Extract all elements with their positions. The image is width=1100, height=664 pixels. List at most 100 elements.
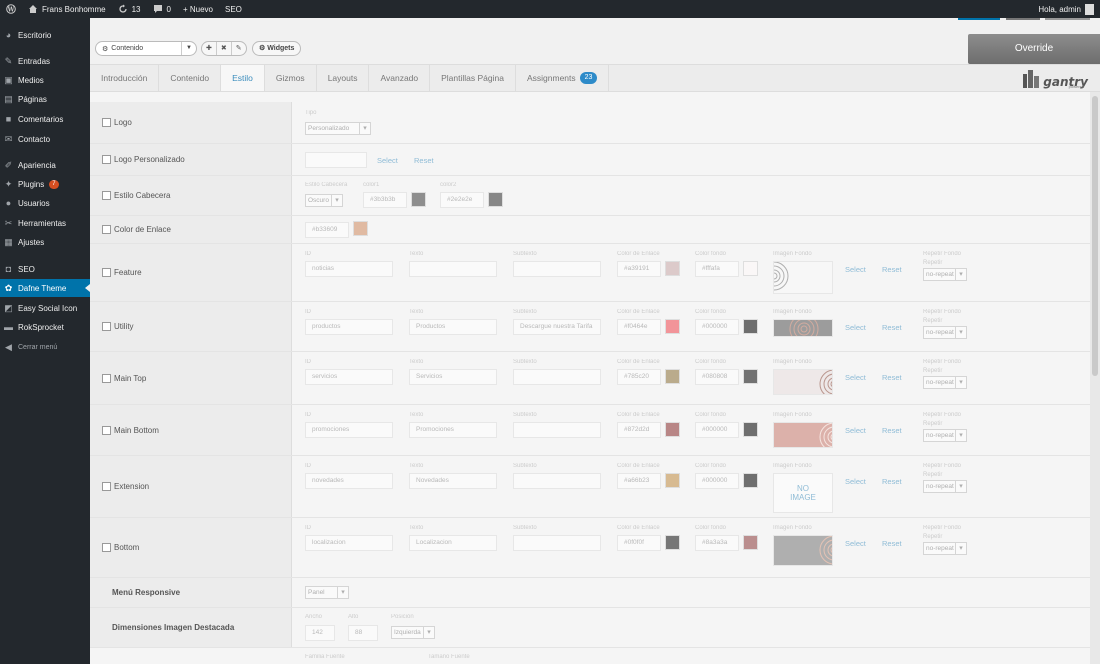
section-repeat-select[interactable]: no-repeat	[923, 268, 967, 281]
header-color1-input[interactable]: #3b3b3b	[363, 192, 407, 208]
featured-height-input[interactable]: 88	[348, 625, 378, 641]
section-bg-color-swatch[interactable]	[743, 319, 758, 334]
menu-responsive-select[interactable]: Panel	[305, 586, 349, 599]
section-link-color-swatch[interactable]	[665, 319, 680, 334]
section-bg-color-input[interactable]: #000000	[695, 319, 739, 335]
tab-avanzado[interactable]: Avanzado	[369, 65, 431, 91]
section-id-input[interactable]: novedades	[305, 473, 393, 489]
header-color2-swatch[interactable]	[488, 192, 503, 207]
comments-link[interactable]: 0	[147, 0, 177, 18]
save-button-edge[interactable]	[958, 18, 1000, 20]
section-image-select-link[interactable]: Select	[845, 323, 866, 332]
section-subtext-input[interactable]	[513, 535, 601, 551]
sidebar-item-herramientas[interactable]: ✂ Herramientas	[0, 214, 90, 232]
site-name-link[interactable]: Frans Bonhomme	[22, 0, 112, 18]
tab-gizmos[interactable]: Gizmos	[265, 65, 317, 91]
sidebar-item-comentarios[interactable]: ■ Comentarios	[0, 110, 90, 128]
section-link-color-swatch[interactable]	[665, 261, 680, 276]
tab-introducci-n[interactable]: Introducción	[90, 65, 160, 91]
section-text-input[interactable]: Productos	[409, 319, 497, 335]
section-repeat-select[interactable]: no-repeat	[923, 429, 967, 442]
section-subtext-input[interactable]	[513, 369, 601, 385]
section-link-color-input[interactable]: #a39191	[617, 261, 661, 277]
section-id-input[interactable]: promociones	[305, 422, 393, 438]
section-link-color-input[interactable]: #a66b23	[617, 473, 661, 489]
section-image-reset-link[interactable]: Reset	[882, 539, 902, 548]
section-text-input[interactable]: Servicios	[409, 369, 497, 385]
tab-layouts[interactable]: Layouts	[317, 65, 370, 91]
section-subtext-input[interactable]	[513, 261, 601, 277]
sidebar-item-dafne-theme[interactable]: ✿ Dafne Theme	[0, 279, 90, 297]
section-repeat-select[interactable]: no-repeat	[923, 542, 967, 555]
section-subtext-input[interactable]: Descargue nuestra Tarifa	[513, 319, 601, 335]
font-row-checkbox[interactable]	[102, 653, 111, 662]
section-bg-color-swatch[interactable]	[743, 369, 758, 384]
section-link-color-swatch[interactable]	[665, 369, 680, 384]
updates-link[interactable]: 13	[112, 0, 147, 18]
section-id-input[interactable]: localizacion	[305, 535, 393, 551]
section-feature-checkbox[interactable]	[102, 268, 111, 277]
section-bottom-checkbox[interactable]	[102, 543, 111, 552]
context-select[interactable]: ⚙ Contenido ▼	[95, 41, 197, 56]
section-link-color-input[interactable]: #0f0f0f	[617, 535, 661, 551]
sidebar-item-p-ginas[interactable]: ▤ Páginas	[0, 90, 90, 108]
section-bg-color-swatch[interactable]	[743, 422, 758, 437]
section-bg-color-input[interactable]: #080808	[695, 369, 739, 385]
tab-estilo[interactable]: Estilo	[221, 65, 265, 91]
section-id-input[interactable]: productos	[305, 319, 393, 335]
section-image-reset-link[interactable]: Reset	[882, 373, 902, 382]
sidebar-item-ajustes[interactable]: ▦ Ajustes	[0, 233, 90, 251]
section-repeat-select[interactable]: no-repeat	[923, 326, 967, 339]
tab-plantillas-p-gina[interactable]: Plantillas Página	[430, 65, 516, 91]
section-image-select-link[interactable]: Select	[845, 373, 866, 382]
section-link-color-input[interactable]: #785c20	[617, 369, 661, 385]
sidebar-item-contacto[interactable]: ✉ Contacto	[0, 130, 90, 148]
override-button[interactable]: Override	[968, 34, 1100, 64]
logo-row-checkbox[interactable]	[102, 118, 111, 127]
section-bg-color-input[interactable]: #fffafa	[695, 261, 739, 277]
header-color2-input[interactable]: #2e2e2e	[440, 192, 484, 208]
section-link-color-swatch[interactable]	[665, 473, 680, 488]
featured-position-select[interactable]: Izquierda	[391, 626, 435, 639]
sidebar-item-seo[interactable]: ◘ SEO	[0, 260, 90, 278]
section-link-color-swatch[interactable]	[665, 422, 680, 437]
section-extension-checkbox[interactable]	[102, 482, 111, 491]
section-text-input[interactable]: Localizacion	[409, 535, 497, 551]
sidebar-item-cerrar-men-[interactable]: ◀ Cerrar menú	[0, 338, 90, 356]
section-image-reset-link[interactable]: Reset	[882, 426, 902, 435]
custom-logo-row-checkbox[interactable]	[102, 155, 111, 164]
section-bg-color-swatch[interactable]	[743, 261, 758, 276]
logo-reset-link[interactable]: Reset	[414, 156, 434, 165]
section-text-input[interactable]	[409, 261, 497, 277]
section-image-reset-link[interactable]: Reset	[882, 477, 902, 486]
section-image-reset-link[interactable]: Reset	[882, 265, 902, 274]
logo-type-select[interactable]: Personalizado	[305, 122, 371, 135]
section-main-top-checkbox[interactable]	[102, 373, 111, 383]
custom-logo-preview[interactable]	[305, 152, 367, 168]
secondary-button-edge[interactable]	[1006, 18, 1040, 20]
section-text-input[interactable]: Promociones	[409, 422, 497, 438]
section-link-color-input[interactable]: #f0464e	[617, 319, 661, 335]
section-bg-color-input[interactable]: #8a3a3a	[695, 535, 739, 551]
new-content-link[interactable]: + Nuevo	[177, 0, 219, 18]
section-image-select-link[interactable]: Select	[845, 265, 866, 274]
sidebar-item-entradas[interactable]: ✎ Entradas	[0, 52, 90, 70]
section-bg-color-swatch[interactable]	[743, 473, 758, 488]
featured-width-input[interactable]: 142	[305, 625, 335, 641]
section-link-color-input[interactable]: #872d2d	[617, 422, 661, 438]
sidebar-item-medios[interactable]: ▣ Medios	[0, 71, 90, 89]
section-subtext-input[interactable]	[513, 422, 601, 438]
section-bg-color-input[interactable]: #000000	[695, 473, 739, 489]
section-bg-color-swatch[interactable]	[743, 535, 758, 550]
link-color-input[interactable]: #b33609	[305, 222, 349, 238]
edit-preset-icon[interactable]: ✎	[232, 42, 246, 55]
section-bg-color-input[interactable]: #000000	[695, 422, 739, 438]
remove-preset-icon[interactable]: ✖	[217, 42, 232, 55]
header-style-row-checkbox[interactable]	[102, 191, 111, 200]
section-repeat-select[interactable]: no-repeat	[923, 480, 967, 493]
tab-assignments[interactable]: Assignments 23	[516, 65, 610, 91]
account-menu[interactable]: Hola, admin	[1032, 0, 1100, 18]
header-color1-swatch[interactable]	[411, 192, 426, 207]
section-subtext-input[interactable]	[513, 473, 601, 489]
link-color-row-checkbox[interactable]	[102, 225, 111, 234]
